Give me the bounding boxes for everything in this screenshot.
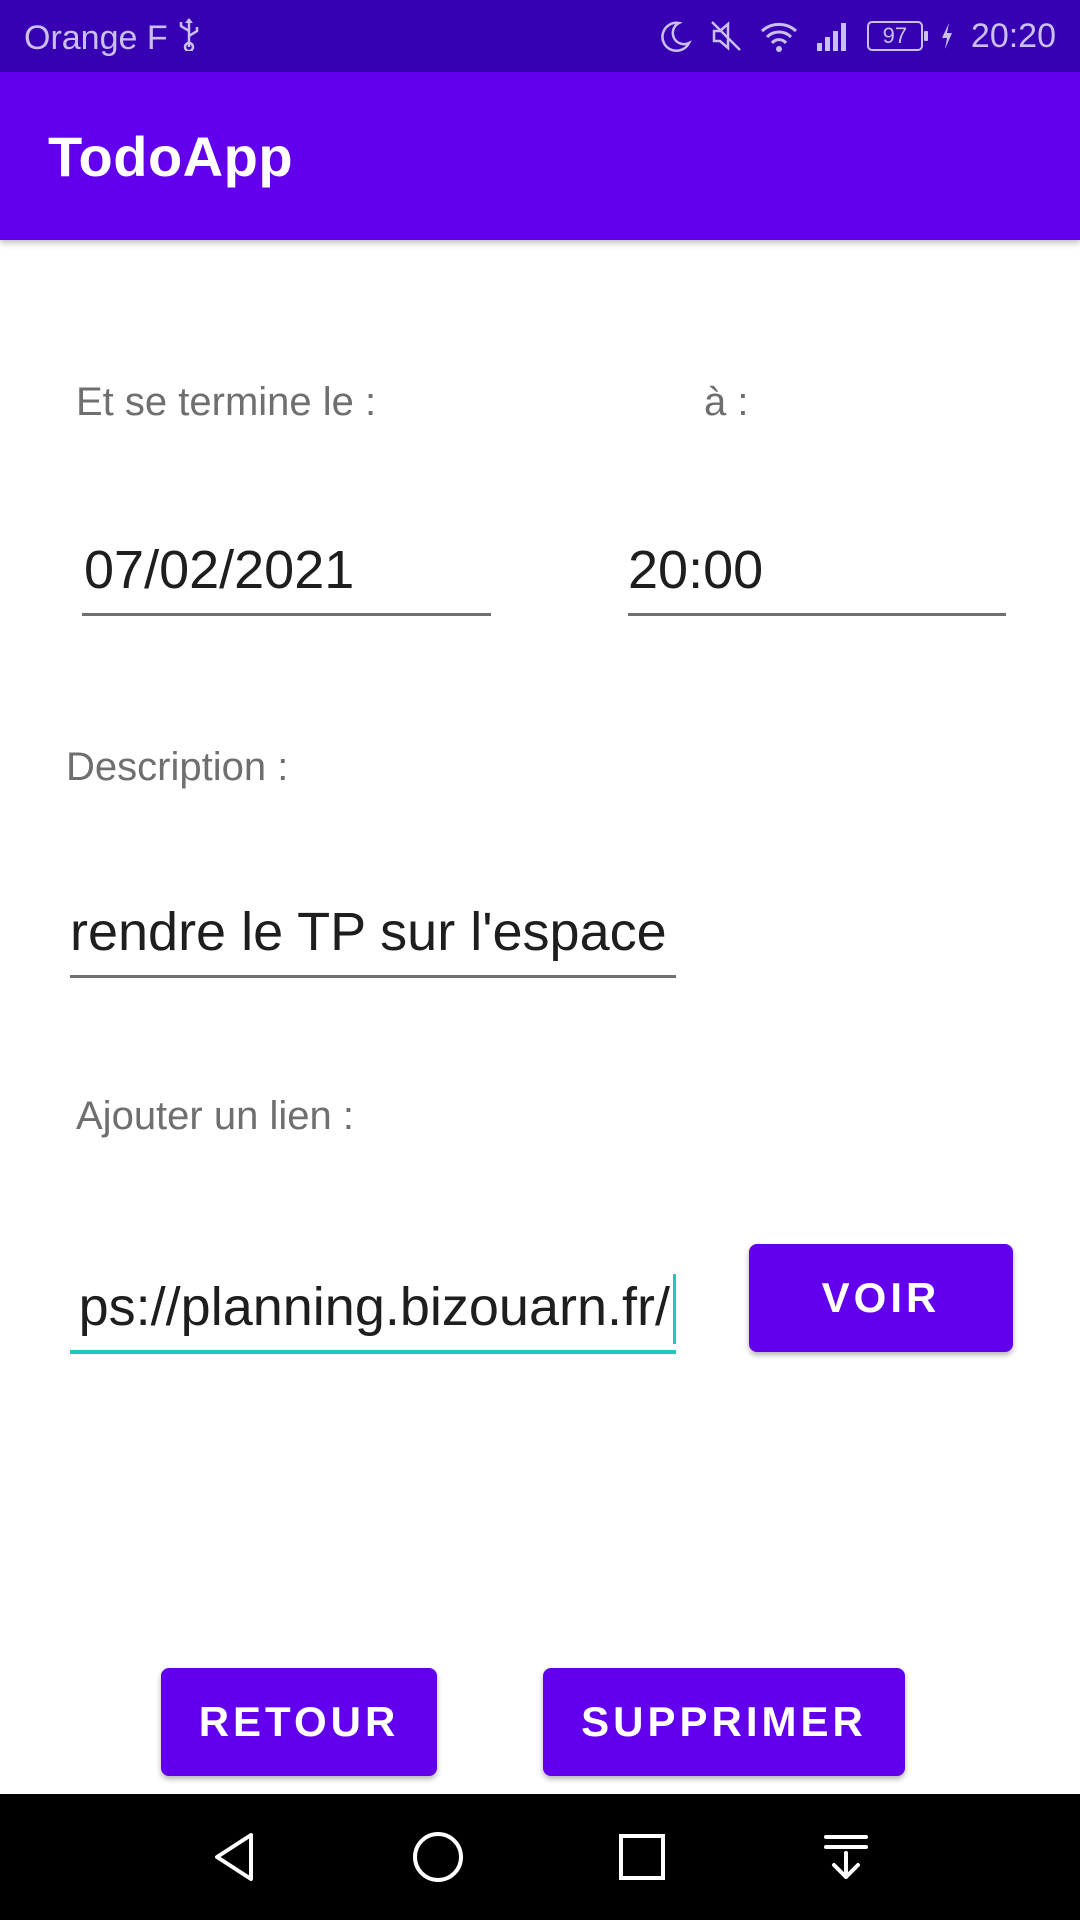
end-time-value: 20:00 (628, 540, 764, 600)
status-bar: Orange F 97 20:20 (0, 0, 1080, 72)
description-value: rendre le TP sur l'espace r (70, 902, 676, 962)
delete-button[interactable]: SUPPRIMER (543, 1668, 905, 1776)
usb-icon (176, 17, 202, 60)
navigation-bar (0, 1794, 1080, 1920)
status-left: Orange F (24, 17, 202, 60)
end-time-label: à : (704, 380, 749, 424)
link-label: Ajouter un lien : (76, 1094, 354, 1138)
signal-icon (815, 19, 851, 53)
clock: 20:20 (970, 16, 1056, 55)
battery-icon: 97 (866, 21, 928, 51)
moon-icon (659, 19, 693, 53)
mute-icon (709, 19, 743, 53)
carrier-name: Orange F (24, 19, 168, 57)
notification-pull-icon[interactable] (811, 1822, 881, 1892)
description-field[interactable]: rendre le TP sur l'espace r (70, 888, 676, 978)
end-date-field[interactable]: 07/02/2021 (82, 526, 491, 616)
link-field[interactable]: ps://planning.bizouarn.fr/ (70, 1262, 676, 1354)
description-label: Description : (66, 745, 289, 789)
end-date-label: Et se termine le : (76, 380, 377, 424)
status-right: 97 20:20 (659, 14, 1056, 58)
recents-nav-icon[interactable] (607, 1822, 677, 1892)
end-date-value: 07/02/2021 (84, 540, 355, 600)
text-cursor (673, 1274, 676, 1344)
battery-level: 97 (882, 23, 908, 48)
home-nav-icon[interactable] (403, 1822, 473, 1892)
wifi-icon (759, 19, 799, 53)
app-bar: TodoApp (0, 72, 1080, 240)
app-title: TodoApp (48, 125, 294, 188)
back-nav-icon[interactable] (200, 1822, 270, 1892)
view-button[interactable]: VOIR (749, 1244, 1013, 1352)
charging-icon (939, 21, 955, 51)
link-value: ps://planning.bizouarn.fr/ (78, 1277, 670, 1337)
back-button[interactable]: RETOUR (161, 1668, 437, 1776)
end-time-field[interactable]: 20:00 (628, 526, 1006, 616)
